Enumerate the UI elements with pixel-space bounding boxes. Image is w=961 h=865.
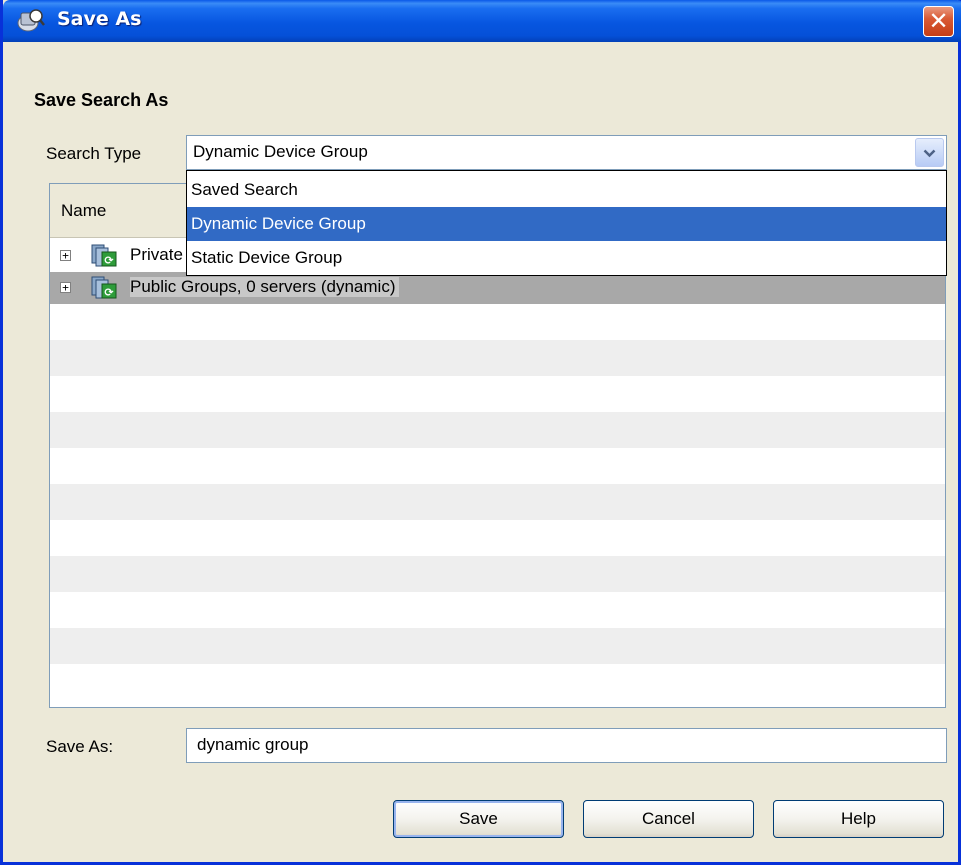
title-bar[interactable]: Save As ✕: [3, 0, 961, 42]
empty-row: [50, 664, 945, 700]
empty-row: [50, 628, 945, 664]
server-search-icon: [17, 9, 45, 32]
tree-row-label: Public Groups, 0 servers (dynamic): [130, 277, 400, 297]
tree-row-label: Private: [130, 245, 183, 264]
column-header-name[interactable]: Name: [61, 201, 106, 221]
help-button[interactable]: Help: [773, 800, 944, 838]
expand-icon[interactable]: +: [60, 282, 71, 293]
option-static-device-group[interactable]: Static Device Group: [187, 241, 946, 275]
save-as-label: Save As:: [46, 737, 114, 756]
close-icon: ✕: [928, 7, 949, 35]
empty-row: [50, 448, 945, 484]
dialog-heading: Save Search As: [34, 90, 169, 110]
save-as-dialog: Save As ✕ Save Search As Search Type Dyn…: [0, 0, 961, 865]
svg-text:⟳: ⟳: [104, 286, 114, 299]
search-type-value: Dynamic Device Group: [193, 142, 368, 161]
empty-row: [50, 592, 945, 628]
empty-row: [50, 412, 945, 448]
empty-row: [50, 376, 945, 412]
empty-row: [50, 340, 945, 376]
search-type-dropdown[interactable]: Saved Search Dynamic Device Group Static…: [186, 170, 947, 276]
save-as-input[interactable]: dynamic group: [186, 728, 947, 763]
tree-row-public-groups[interactable]: + ⟳ Public Groups, 0 servers (dynamic): [50, 272, 945, 304]
option-saved-search[interactable]: Saved Search: [187, 173, 946, 207]
dynamic-group-icon: ⟳: [91, 244, 117, 267]
dynamic-group-icon: ⟳: [91, 276, 117, 299]
empty-row: [50, 556, 945, 592]
chevron-down-icon[interactable]: [915, 138, 944, 167]
window-title: Save As: [57, 8, 142, 30]
search-type-combobox[interactable]: Dynamic Device Group: [186, 135, 947, 170]
empty-row: [50, 484, 945, 520]
close-button[interactable]: ✕: [923, 6, 954, 37]
save-button[interactable]: Save: [393, 800, 564, 838]
expand-icon[interactable]: +: [60, 250, 71, 261]
cancel-button[interactable]: Cancel: [583, 800, 754, 838]
svg-text:⟳: ⟳: [104, 254, 114, 267]
empty-row: [50, 304, 945, 340]
empty-row: [50, 520, 945, 556]
search-type-label: Search Type: [46, 144, 142, 163]
option-dynamic-device-group[interactable]: Dynamic Device Group: [187, 207, 946, 241]
